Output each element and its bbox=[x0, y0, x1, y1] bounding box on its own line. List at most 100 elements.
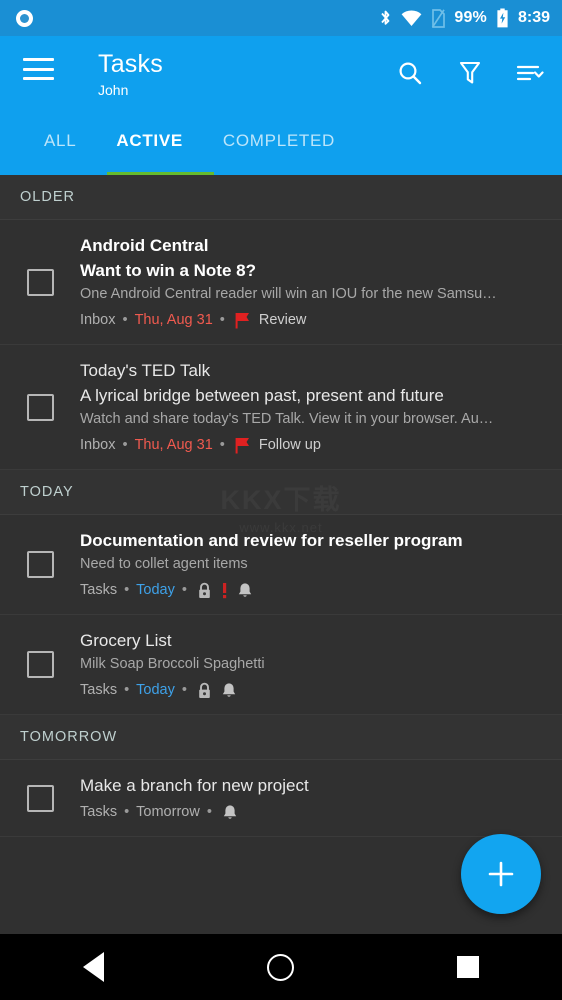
meta-separator: • bbox=[122, 437, 128, 453]
task-row[interactable]: Documentation and review for reseller pr… bbox=[0, 515, 562, 615]
task-due-date: Thu, Aug 31 bbox=[134, 312, 213, 328]
section-label: TOMORROW bbox=[20, 729, 118, 745]
section-header-older: OLDER bbox=[0, 175, 562, 220]
task-list-name: Tasks bbox=[80, 804, 118, 820]
filter-button[interactable] bbox=[450, 53, 490, 93]
flag-icon bbox=[235, 437, 250, 454]
tab-bar: ALL ACTIVE COMPLETED bbox=[0, 110, 562, 175]
task-row[interactable]: Today's TED Talk A lyrical bridge betwee… bbox=[0, 345, 562, 470]
title-block: Tasks John bbox=[98, 49, 163, 99]
tab-all[interactable]: ALL bbox=[24, 110, 96, 172]
task-line2: Want to win a Note 8? bbox=[80, 261, 256, 280]
section-label: TODAY bbox=[20, 484, 74, 500]
task-checkbox-wrap[interactable] bbox=[0, 233, 80, 331]
task-line1: Today's TED Talk bbox=[80, 361, 211, 380]
meta-separator: • bbox=[124, 682, 130, 698]
task-list-name: Inbox bbox=[80, 312, 116, 328]
bell-icon bbox=[237, 582, 253, 599]
task-content: Make a branch for new project Tasks • To… bbox=[80, 773, 546, 823]
task-snippet: Watch and share today's TED Talk. View i… bbox=[80, 411, 494, 427]
task-snippet: Milk Soap Broccoli Spaghetti bbox=[80, 656, 265, 672]
task-checkbox[interactable] bbox=[26, 393, 54, 421]
meta-separator: • bbox=[124, 804, 130, 820]
plus-icon bbox=[488, 861, 514, 887]
task-checkbox[interactable] bbox=[26, 551, 54, 578]
recents-button[interactable] bbox=[375, 956, 562, 978]
task-row[interactable]: Android Central Want to win a Note 8? On… bbox=[0, 220, 562, 345]
system-navigation-bar bbox=[0, 934, 562, 1000]
task-checkbox-wrap[interactable] bbox=[0, 628, 80, 701]
tab-row: ALL ACTIVE COMPLETED bbox=[0, 110, 562, 172]
meta-separator: • bbox=[219, 312, 225, 328]
back-triangle-icon bbox=[83, 952, 105, 982]
battery-charging-icon bbox=[497, 8, 508, 28]
task-due-date: Today bbox=[136, 582, 175, 598]
task-content: Grocery List Milk Soap Broccoli Spaghett… bbox=[80, 628, 546, 701]
task-line1: Make a branch for new project bbox=[80, 776, 309, 795]
meta-separator: • bbox=[206, 804, 212, 820]
notification-circle-icon bbox=[16, 9, 33, 27]
meta-separator: • bbox=[181, 682, 187, 698]
task-checkbox-wrap[interactable] bbox=[0, 528, 80, 601]
task-meta: Inbox • Thu, Aug 31 • Review bbox=[80, 309, 540, 331]
section-label: OLDER bbox=[20, 189, 75, 205]
task-row[interactable]: Make a branch for new project Tasks • To… bbox=[0, 760, 562, 837]
task-due-date: Today bbox=[136, 682, 175, 698]
bluetooth-icon bbox=[381, 10, 390, 25]
tab-completed[interactable]: COMPLETED bbox=[203, 110, 355, 172]
task-meta: Tasks • Today • bbox=[80, 679, 540, 701]
task-flag-label: Follow up bbox=[258, 437, 321, 453]
clock-label: 8:39 bbox=[517, 9, 550, 26]
task-line1: Grocery List bbox=[80, 631, 172, 650]
status-bar: 99% 8:39 bbox=[0, 0, 562, 36]
task-list-name: Tasks bbox=[80, 682, 118, 698]
task-content: Today's TED Talk A lyrical bridge betwee… bbox=[80, 358, 546, 456]
task-line1: Documentation and review for reseller pr… bbox=[80, 531, 463, 550]
task-checkbox[interactable] bbox=[26, 268, 54, 296]
task-line1: Android Central bbox=[80, 236, 209, 255]
hamburger-menu-icon[interactable] bbox=[23, 58, 54, 80]
flag-icon bbox=[235, 312, 250, 329]
task-checkbox-wrap[interactable] bbox=[0, 773, 80, 823]
task-checkbox[interactable] bbox=[26, 651, 54, 678]
meta-separator: • bbox=[219, 437, 225, 453]
bell-icon bbox=[221, 682, 237, 699]
app-screen: 99% 8:39 Tasks John ALL ACTIVE COMPLETED… bbox=[0, 0, 562, 1000]
app-bar-actions bbox=[390, 36, 550, 110]
task-checkbox-wrap[interactable] bbox=[0, 358, 80, 456]
task-due-date: Tomorrow bbox=[136, 804, 200, 820]
battery-percent-label: 99% bbox=[454, 9, 487, 26]
status-bar-right: 99% 8:39 bbox=[379, 8, 550, 28]
search-button[interactable] bbox=[390, 53, 430, 93]
task-list-name: Tasks bbox=[80, 582, 118, 598]
lock-icon bbox=[197, 682, 212, 699]
page-title: Tasks bbox=[98, 50, 163, 78]
lock-icon bbox=[197, 582, 212, 599]
bell-icon bbox=[222, 804, 238, 821]
account-subtitle: John bbox=[98, 82, 129, 98]
task-due-date: Thu, Aug 31 bbox=[134, 437, 213, 453]
sort-button[interactable] bbox=[510, 53, 550, 93]
meta-separator: • bbox=[122, 312, 128, 328]
task-snippet: Need to collet agent items bbox=[80, 556, 248, 572]
task-content: Documentation and review for reseller pr… bbox=[80, 528, 546, 601]
add-task-fab[interactable] bbox=[461, 834, 541, 914]
sort-icon bbox=[516, 65, 544, 81]
task-meta: Tasks • Today • bbox=[80, 579, 540, 601]
task-list-name: Inbox bbox=[80, 437, 116, 453]
section-header-tomorrow: TOMORROW bbox=[0, 715, 562, 760]
home-button[interactable] bbox=[187, 953, 374, 981]
task-row[interactable]: Grocery List Milk Soap Broccoli Spaghett… bbox=[0, 615, 562, 715]
status-bar-left bbox=[16, 9, 379, 27]
back-button[interactable] bbox=[0, 952, 187, 982]
wifi-icon bbox=[401, 9, 422, 26]
task-checkbox[interactable] bbox=[26, 784, 54, 812]
task-meta: Tasks • Tomorrow • bbox=[80, 801, 540, 823]
tab-active[interactable]: ACTIVE bbox=[96, 110, 203, 172]
app-bar: Tasks John bbox=[0, 36, 562, 110]
no-sim-icon bbox=[432, 8, 446, 28]
task-list[interactable]: OLDER Android Central Want to win a Note… bbox=[0, 175, 562, 930]
task-content: Android Central Want to win a Note 8? On… bbox=[80, 233, 546, 331]
task-line2: A lyrical bridge between past, present a… bbox=[80, 386, 444, 405]
recents-square-icon bbox=[457, 956, 480, 978]
